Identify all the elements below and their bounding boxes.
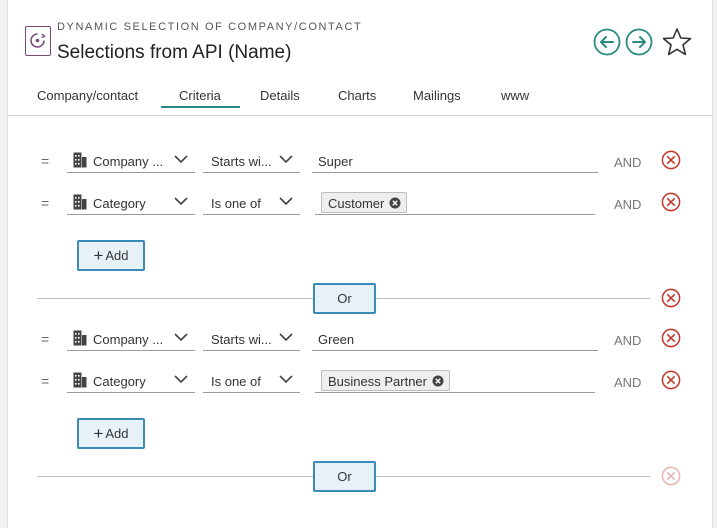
plus-icon: +	[93, 246, 104, 265]
operator-label: Is one of	[211, 196, 261, 211]
tab-bar: Company/contact Criteria Details Charts …	[8, 78, 712, 116]
building-icon	[73, 194, 87, 210]
tag-label: Customer	[328, 196, 385, 211]
field-select[interactable]: Company ...	[67, 148, 195, 173]
value-tag-input[interactable]: Customer	[315, 190, 595, 215]
chevron-down-icon	[279, 197, 293, 206]
back-arrow-button[interactable]	[593, 28, 621, 56]
tab-www[interactable]: www	[501, 88, 529, 103]
and-label: AND	[614, 155, 642, 170]
selection-panel: DYNAMIC SELECTION OF COMPANY/CONTACT Sel…	[7, 0, 713, 528]
tag-remove-icon[interactable]	[432, 375, 444, 387]
building-icon	[73, 152, 87, 168]
operator-select[interactable]: Starts wi...	[203, 326, 300, 351]
chevron-down-icon	[174, 333, 188, 342]
chevron-down-icon	[279, 333, 293, 342]
field-select[interactable]: Category	[67, 368, 195, 393]
tab-criteria[interactable]: Criteria	[179, 88, 221, 103]
add-label: Add	[105, 248, 129, 263]
active-tab-indicator	[161, 106, 240, 108]
criteria-row: = Company ... Starts wi... Super AND	[8, 148, 712, 178]
remove-circle-icon	[661, 288, 681, 308]
field-label: Category	[93, 374, 146, 389]
field-label: Category	[93, 196, 146, 211]
tag-label: Business Partner	[328, 374, 427, 389]
arrow-left-icon	[593, 28, 621, 56]
selection-app-icon	[25, 26, 51, 56]
favorite-button[interactable]	[661, 27, 693, 57]
page-title: Selections from API (Name)	[57, 42, 292, 63]
operator-select[interactable]: Is one of	[203, 190, 300, 215]
chevron-down-icon	[279, 375, 293, 384]
tag-remove-icon[interactable]	[389, 197, 401, 209]
page-subtitle: DYNAMIC SELECTION OF COMPANY/CONTACT	[57, 21, 363, 33]
star-icon	[662, 28, 692, 56]
operator-label: Starts wi...	[211, 332, 272, 347]
criteria-row: = Company ... Starts wi... Green AND	[8, 326, 712, 356]
criteria-row: = Category Is one of Customer AND	[8, 190, 712, 220]
add-criteria-button[interactable]: + Add	[77, 418, 145, 449]
remove-row-button[interactable]	[661, 328, 681, 348]
remove-row-button[interactable]	[661, 370, 681, 390]
remove-circle-icon	[661, 150, 681, 170]
equals-operator: =	[41, 373, 50, 389]
tab-charts[interactable]: Charts	[338, 88, 376, 103]
or-label: Or	[337, 469, 352, 484]
add-criteria-button[interactable]: + Add	[77, 240, 145, 271]
tab-company-contact[interactable]: Company/contact	[37, 88, 138, 103]
remove-group-button[interactable]	[661, 288, 681, 308]
remove-circle-icon	[661, 466, 681, 486]
remove-circle-icon	[661, 370, 681, 390]
remove-circle-icon	[661, 192, 681, 212]
operator-select[interactable]: Is one of	[203, 368, 300, 393]
operator-label: Is one of	[211, 374, 261, 389]
operator-label: Starts wi...	[211, 154, 272, 169]
or-button[interactable]: Or	[313, 283, 376, 314]
building-icon	[73, 330, 87, 346]
value-tag-input[interactable]: Business Partner	[315, 368, 595, 393]
remove-group-button-disabled	[661, 466, 681, 486]
value-input[interactable]: Super	[312, 148, 598, 173]
chevron-down-icon	[174, 375, 188, 384]
add-label: Add	[105, 426, 129, 441]
value-text: Green	[318, 332, 355, 347]
header: DYNAMIC SELECTION OF COMPANY/CONTACT Sel…	[8, 0, 712, 79]
building-icon	[73, 372, 87, 388]
value-tag: Customer	[321, 192, 408, 213]
tab-mailings[interactable]: Mailings	[413, 88, 461, 103]
field-label: Company ...	[93, 154, 164, 169]
value-tag: Business Partner	[321, 370, 450, 391]
remove-row-button[interactable]	[661, 150, 681, 170]
remove-row-button[interactable]	[661, 192, 681, 212]
field-select[interactable]: Category	[67, 190, 195, 215]
chevron-down-icon	[174, 197, 188, 206]
field-select[interactable]: Company ...	[67, 326, 195, 351]
value-text: Super	[318, 154, 353, 169]
and-label: AND	[614, 375, 642, 390]
or-label: Or	[337, 291, 352, 306]
field-label: Company ...	[93, 332, 164, 347]
chevron-down-icon	[174, 155, 188, 164]
criteria-row: = Category Is one of Business Partner AN…	[8, 368, 712, 398]
operator-select[interactable]: Starts wi...	[203, 148, 300, 173]
value-input[interactable]: Green	[312, 326, 598, 351]
equals-operator: =	[41, 331, 50, 347]
remove-circle-icon	[661, 328, 681, 348]
tab-details[interactable]: Details	[260, 88, 300, 103]
arrow-right-icon	[625, 28, 653, 56]
equals-operator: =	[41, 153, 50, 169]
and-label: AND	[614, 197, 642, 212]
and-label: AND	[614, 333, 642, 348]
forward-arrow-button[interactable]	[625, 28, 653, 56]
plus-icon: +	[93, 424, 104, 443]
or-button[interactable]: Or	[313, 461, 376, 492]
chevron-down-icon	[279, 155, 293, 164]
equals-operator: =	[41, 195, 50, 211]
